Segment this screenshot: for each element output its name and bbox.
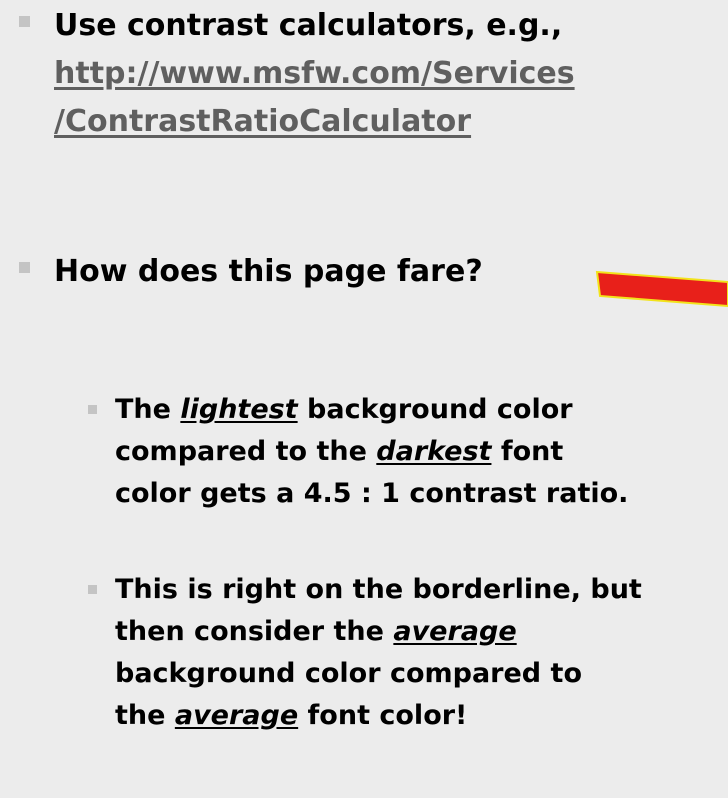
sub-bullet-lightest-line3: color gets a 4.5 : 1 contrast ratio.	[115, 478, 629, 509]
sub-bullet-lightest-line1: The lightest background color	[115, 394, 573, 425]
sub-bullet-lightest-line2: compared to the darkest font	[115, 436, 564, 467]
sub-bullet-borderline-line2: then consider the average	[115, 616, 517, 647]
sub-bullet-borderline-line4: the average font color!	[115, 700, 468, 731]
sub-bullet-marker	[88, 405, 97, 414]
sub-bullet-borderline-line3: background color compared to	[115, 658, 582, 689]
sub-bullet-borderline-line1: This is right on the borderline, but	[115, 574, 642, 605]
sub-bullet-marker	[88, 585, 97, 594]
